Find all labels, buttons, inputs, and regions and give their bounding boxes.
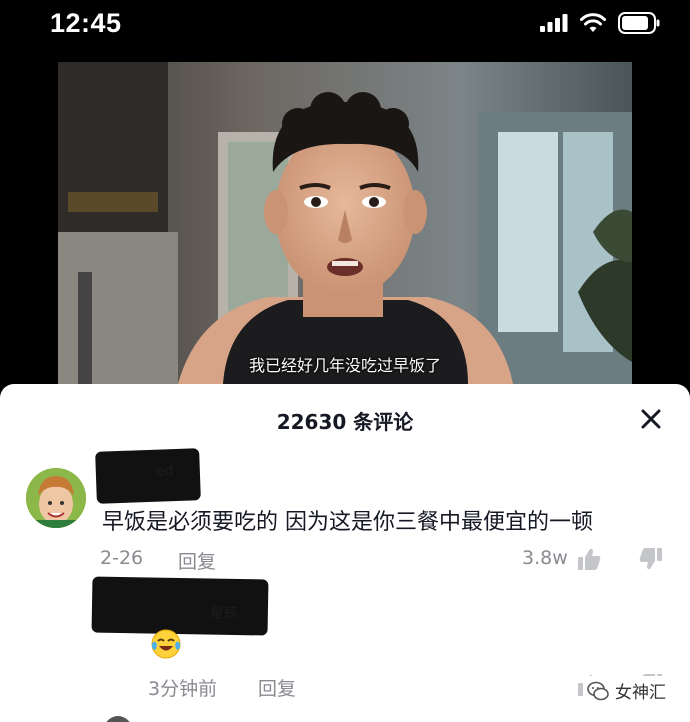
- like-count: 3.8w: [522, 547, 568, 569]
- status-icons: [540, 12, 660, 38]
- avatar-image: [26, 468, 86, 528]
- wifi-icon: [580, 13, 606, 37]
- wechat-logo-icon: [587, 681, 609, 700]
- status-bar: 12:45: [0, 0, 690, 52]
- watermark-text: 女神汇: [615, 683, 666, 703]
- username-redacted-text: 星辰: [209, 605, 239, 623]
- close-icon: [641, 409, 661, 429]
- comment-time: 3分钟前: [148, 678, 218, 700]
- comment-date: 2-26: [100, 547, 144, 569]
- close-button[interactable]: [636, 404, 666, 434]
- watermark: 女神汇: [583, 676, 670, 705]
- reply-button[interactable]: 回复: [178, 547, 216, 574]
- comment-text: 早饭是必须要吃的 因为这是你三餐中最便宜的一顿: [102, 510, 593, 535]
- username-redacted[interactable]: ed: [95, 448, 201, 504]
- like-button[interactable]: [576, 546, 602, 576]
- video-subtitle: 我已经好几年没吃过早饭了: [248, 356, 441, 375]
- battery-icon: [618, 12, 660, 38]
- comment-avatar[interactable]: [26, 468, 86, 528]
- crying-laughing-emoji-icon: [150, 628, 182, 660]
- thumbs-up-icon: [578, 548, 601, 570]
- thumbs-down-icon: [639, 548, 662, 570]
- cellular-signal-icon: [540, 14, 568, 36]
- video-player[interactable]: 我已经好几年没吃过早饭了: [58, 62, 632, 384]
- username-redacted[interactable]: 星辰: [91, 576, 269, 636]
- comments-count-title: 22630 条评论: [276, 410, 414, 434]
- app-screen: 12:45 我已经好几年没吃过早饭了 22630 条评论 ed 早饭是必须要吃的…: [0, 0, 690, 722]
- reply-button[interactable]: 回复: [258, 674, 296, 701]
- video-frame: [58, 62, 632, 384]
- dislike-button[interactable]: [638, 546, 664, 576]
- status-time: 12:45: [50, 8, 122, 38]
- username-redacted-text: ed: [155, 463, 174, 480]
